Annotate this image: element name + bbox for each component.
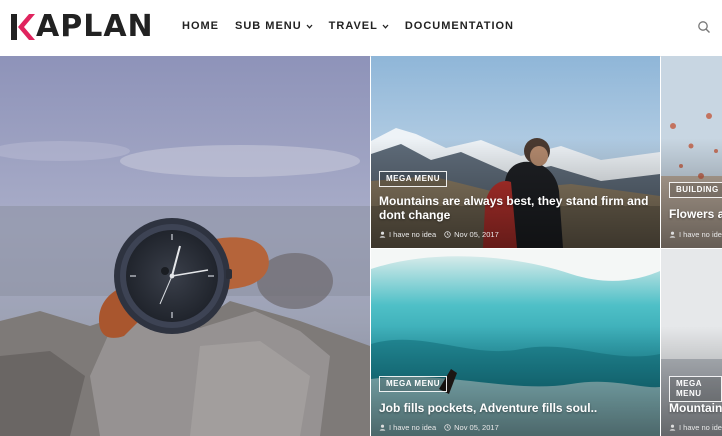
post-card[interactable]: MEGA MENU Mountain I have no idea [661, 249, 722, 436]
author-meta: I have no idea [669, 423, 722, 432]
category-badge[interactable]: MEGA MENU [379, 376, 447, 392]
clock-icon [444, 424, 451, 431]
author-name[interactable]: I have no idea [389, 230, 436, 239]
post-meta: I have no idea [669, 230, 722, 239]
author-name[interactable]: I have no idea [679, 423, 722, 432]
post-card[interactable]: MEGA MENU Job fills pockets, Adventure f… [371, 249, 660, 436]
post-title[interactable]: Job fills pockets, Adventure fills soul.… [379, 401, 659, 415]
author-meta: I have no idea [669, 230, 722, 239]
post-card[interactable]: BUILDING Flowers a I have no idea [661, 56, 722, 248]
post-meta: I have no idea Nov 05, 2017 [379, 230, 507, 239]
category-badge[interactable]: MEGA MENU [379, 171, 447, 187]
post-meta: I have no idea [669, 423, 722, 432]
date-meta: Nov 05, 2017 [444, 230, 499, 239]
post-card[interactable]: MEGA MENU Mountains are always best, the… [371, 56, 660, 248]
author-name[interactable]: I have no idea [679, 230, 722, 239]
nav-item-label: DOCUMENTATION [404, 20, 514, 32]
logo-k-mark [11, 14, 35, 40]
post-date: Nov 05, 2017 [454, 230, 499, 239]
post-date: Nov 05, 2017 [454, 423, 499, 432]
category-badge[interactable]: BUILDING [669, 182, 722, 198]
search-icon[interactable] [697, 20, 711, 34]
author-meta: I have no idea [379, 230, 436, 239]
category-badge[interactable]: MEGA MENU [669, 376, 722, 402]
logo-text: APLAN [36, 9, 154, 44]
main-nav: HOME SUB MENU TRAVEL DOCUMENTATION [182, 20, 530, 32]
author-meta: I have no idea [379, 423, 436, 432]
nav-item-home[interactable]: HOME [182, 20, 219, 32]
user-icon [379, 231, 386, 238]
user-icon [669, 424, 676, 431]
nav-item-label: TRAVEL [328, 20, 378, 32]
site-header: APLAN HOME SUB MENU TRAVEL DOCUMENTATION [0, 0, 722, 57]
watch-photo [0, 56, 370, 436]
post-title[interactable]: Mountain [669, 401, 722, 415]
nav-item-travel[interactable]: TRAVEL [329, 20, 389, 32]
chevron-down-icon [382, 24, 389, 29]
chevron-down-icon [306, 24, 313, 29]
post-title[interactable]: Flowers a [669, 207, 722, 221]
post-title[interactable]: Mountains are always best, they stand fi… [379, 194, 659, 222]
date-meta: Nov 05, 2017 [444, 423, 499, 432]
nav-item-sub-menu[interactable]: SUB MENU [235, 20, 313, 32]
post-meta: I have no idea Nov 05, 2017 [379, 423, 507, 432]
user-icon [379, 424, 386, 431]
nav-item-label: HOME [182, 20, 219, 32]
author-name[interactable]: I have no idea [389, 423, 436, 432]
featured-post-large[interactable] [0, 56, 370, 436]
nav-item-documentation[interactable]: DOCUMENTATION [405, 20, 514, 32]
user-icon [669, 231, 676, 238]
clock-icon [444, 231, 451, 238]
site-logo[interactable]: APLAN [9, 9, 154, 45]
nav-item-label: SUB MENU [235, 20, 302, 32]
